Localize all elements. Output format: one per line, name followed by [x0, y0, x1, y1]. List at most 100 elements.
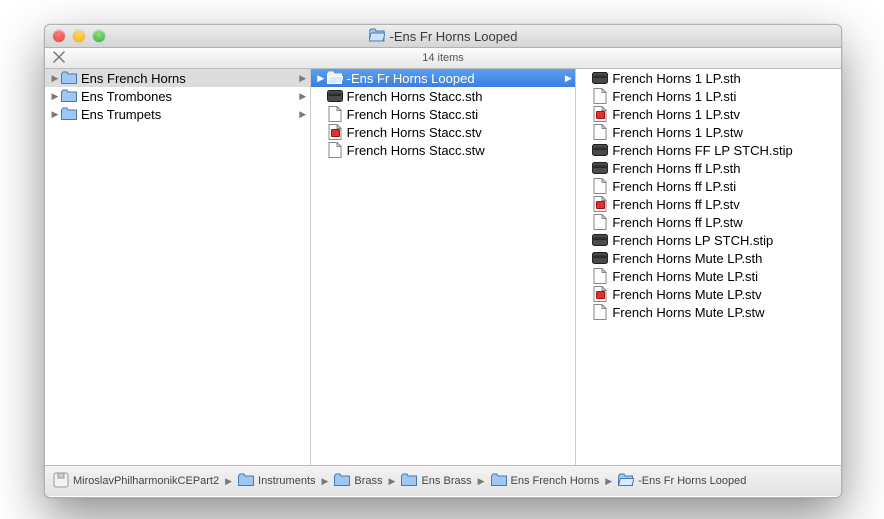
path-bar: MiroslavPhilharmonikCEPart2 ▶ Instruments ▶… [45, 465, 841, 496]
row-label: French Horns 1 LP.stv [612, 107, 841, 122]
zoom-button[interactable] [93, 30, 105, 42]
row-label: Ens French Horns [81, 71, 296, 86]
folder-open-icon [327, 70, 343, 86]
chevron-right-icon: ▶ [561, 73, 575, 84]
folder-icon [334, 473, 350, 490]
folder-row[interactable]: ▶Ens Trumpets▶ [45, 105, 310, 123]
column-0[interactable]: ▶Ens French Horns▶▶Ens Trombones▶▶Ens Tr… [45, 69, 311, 465]
file-row[interactable]: ▶French Horns ff LP.sth [576, 159, 841, 177]
file-red-icon [327, 124, 343, 140]
row-label: French Horns 1 LP.sti [612, 89, 841, 104]
row-label: French Horns ff LP.stv [612, 197, 841, 212]
file-row[interactable]: ▶French Horns LP STCH.stip [576, 231, 841, 249]
path-item-label: Ens French Horns [511, 475, 600, 487]
file-icon [592, 268, 608, 284]
row-label: -Ens Fr Horns Looped [347, 71, 562, 86]
path-separator-icon: ▶ [476, 476, 487, 487]
folder-icon [401, 473, 417, 490]
folder-icon [238, 473, 254, 490]
path-separator-icon: ▶ [223, 476, 234, 487]
close-button[interactable] [53, 30, 65, 42]
column-2[interactable]: ▶French Horns 1 LP.sth▶French Horns 1 LP… [576, 69, 841, 465]
file-icon [592, 124, 608, 140]
path-separator-icon: ▶ [320, 476, 331, 487]
file-row[interactable]: ▶French Horns 1 LP.sti [576, 87, 841, 105]
folder-row[interactable]: ▶Ens Trombones▶ [45, 87, 310, 105]
folder-icon [61, 88, 77, 104]
file-row[interactable]: ▶French Horns 1 LP.sth [576, 69, 841, 87]
folder-row[interactable]: ▶-Ens Fr Horns Looped▶ [311, 69, 576, 87]
item-count-label: 14 items [45, 52, 841, 64]
folder-row[interactable]: ▶Ens French Horns▶ [45, 69, 310, 87]
chevron-right-icon: ▶ [296, 91, 310, 102]
titlebar: -Ens Fr Horns Looped [45, 25, 841, 48]
file-red-icon [592, 286, 608, 302]
folder-icon [61, 70, 77, 86]
row-label: French Horns 1 LP.stw [612, 125, 841, 140]
dark-icon [592, 70, 608, 86]
finder-window: -Ens Fr Horns Looped 14 items ▶Ens Frenc… [44, 24, 842, 498]
disclosure-triangle-icon[interactable]: ▶ [49, 91, 61, 102]
path-item[interactable]: MiroslavPhilharmonikCEPart2 [51, 472, 221, 491]
file-row[interactable]: ▶French Horns Mute LP.sti [576, 267, 841, 285]
path-item[interactable]: Ens French Horns [489, 473, 602, 490]
window-title-text: -Ens Fr Horns Looped [390, 29, 518, 44]
file-row[interactable]: ▶French Horns 1 LP.stv [576, 105, 841, 123]
file-row[interactable]: ▶French Horns ff LP.stw [576, 213, 841, 231]
file-icon [592, 304, 608, 320]
dark-icon [592, 142, 608, 158]
path-item[interactable]: Instruments [236, 473, 317, 490]
file-row[interactable]: ▶French Horns Stacc.stv [311, 123, 576, 141]
disclosure-triangle-icon[interactable]: ▶ [49, 109, 61, 120]
path-item[interactable]: -Ens Fr Horns Looped [616, 473, 748, 490]
file-row[interactable]: ▶French Horns ff LP.stv [576, 195, 841, 213]
row-label: French Horns ff LP.sti [612, 179, 841, 194]
folder-icon [61, 106, 77, 122]
file-row[interactable]: ▶French Horns Stacc.stw [311, 141, 576, 159]
path-separator-icon: ▶ [603, 476, 614, 487]
file-red-icon [592, 106, 608, 122]
folder-open-icon [369, 28, 385, 45]
row-label: French Horns Mute LP.stv [612, 287, 841, 302]
file-icon [592, 178, 608, 194]
minimize-button[interactable] [73, 30, 85, 42]
disclosure-triangle-icon[interactable]: ▶ [49, 73, 61, 84]
dark-icon [592, 160, 608, 176]
file-row[interactable]: ▶French Horns Mute LP.sth [576, 249, 841, 267]
disclosure-triangle-icon[interactable]: ▶ [315, 73, 327, 84]
row-label: Ens Trombones [81, 89, 296, 104]
row-label: French Horns LP STCH.stip [612, 233, 841, 248]
file-row[interactable]: ▶French Horns Mute LP.stv [576, 285, 841, 303]
path-item-label: Brass [354, 475, 382, 487]
file-row[interactable]: ▶French Horns Stacc.sti [311, 105, 576, 123]
row-label: French Horns Stacc.stw [347, 143, 576, 158]
disk-icon [53, 472, 69, 491]
dark-icon [592, 232, 608, 248]
file-row[interactable]: ▶French Horns 1 LP.stw [576, 123, 841, 141]
row-label: Ens Trumpets [81, 107, 296, 122]
path-item[interactable]: Ens Brass [399, 473, 473, 490]
window-controls [45, 30, 105, 42]
path-item[interactable]: Brass [332, 473, 384, 490]
file-row[interactable]: ▶French Horns Stacc.sth [311, 87, 576, 105]
row-label: French Horns Mute LP.sti [612, 269, 841, 284]
file-red-icon [592, 196, 608, 212]
row-label: French Horns Stacc.stv [347, 125, 576, 140]
row-label: French Horns ff LP.stw [612, 215, 841, 230]
file-row[interactable]: ▶French Horns ff LP.sti [576, 177, 841, 195]
file-row[interactable]: ▶French Horns FF LP STCH.stip [576, 141, 841, 159]
column-view: ▶Ens French Horns▶▶Ens Trombones▶▶Ens Tr… [45, 69, 841, 465]
folder-icon [491, 473, 507, 490]
column-1[interactable]: ▶-Ens Fr Horns Looped▶▶French Horns Stac… [311, 69, 577, 465]
chevron-right-icon: ▶ [296, 73, 310, 84]
file-icon [327, 142, 343, 158]
row-label: French Horns ff LP.sth [612, 161, 841, 176]
chevron-right-icon: ▶ [296, 109, 310, 120]
path-item-label: Instruments [258, 475, 315, 487]
path-item-label: MiroslavPhilharmonikCEPart2 [73, 475, 219, 487]
row-label: French Horns Mute LP.sth [612, 251, 841, 266]
row-label: French Horns Stacc.sth [347, 89, 576, 104]
window-title: -Ens Fr Horns Looped [45, 28, 841, 45]
row-label: French Horns FF LP STCH.stip [612, 143, 841, 158]
file-row[interactable]: ▶French Horns Mute LP.stw [576, 303, 841, 321]
